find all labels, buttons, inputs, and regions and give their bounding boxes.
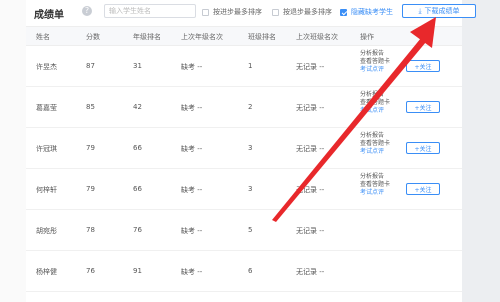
col-name: 姓名 [36,33,50,41]
col-class-rank: 班级排名 [248,33,276,41]
cell-class-rank: 2 [248,103,253,111]
analysis-report-link[interactable]: 分析报告 [360,50,390,58]
answer-sheet-link[interactable]: 查看答题卡 [360,99,390,107]
cell-last-grade: 缺考 -- [181,227,203,235]
download-label: 下载成绩单 [424,7,460,15]
exam-review-link[interactable]: 考试点评 [360,148,390,156]
download-report-button[interactable]: ⤓ 下载成绩单 [402,4,476,18]
analysis-report-link[interactable]: 分析报告 [360,173,390,181]
follow-button[interactable]: +关注 [406,101,440,113]
cell-last-class: 无记录 -- [296,63,325,71]
filter-label: 隐藏缺考学生 [351,8,393,16]
table-row: 何梓轩 79 66 缺考 -- 3 无记录 -- 分析报告 查看答题卡 考试点评… [26,169,462,210]
table-row: 葛嘉莹 85 42 缺考 -- 2 无记录 -- 分析报告 查看答题卡 考试点评… [26,87,462,128]
analysis-report-link[interactable]: 分析报告 [360,91,390,99]
download-icon: ⤓ [418,6,422,15]
cell-last-class: 无记录 -- [296,145,325,153]
cell-last-class: 无记录 -- [296,186,325,194]
follow-button[interactable]: +关注 [406,60,440,72]
cell-grade-rank: 31 [133,62,142,70]
row-actions: 分析报告 查看答题卡 考试点评 [360,50,390,74]
answer-sheet-link[interactable]: 查看答题卡 [360,140,390,148]
cell-grade-rank: 76 [133,226,142,234]
cell-class-rank: 6 [248,267,253,275]
table-row: 胡宛彤 78 76 缺考 -- 5 无记录 -- [26,210,462,251]
cell-last-grade: 缺考 -- [181,104,203,112]
follow-button[interactable]: +关注 [406,142,440,154]
table-header: 姓名 分数 年级排名 上次年级名次 班级排名 上次班级名次 操作 [26,26,462,46]
col-actions: 操作 [360,33,374,41]
checkbox-icon[interactable] [272,8,279,16]
cell-grade-rank: 66 [133,144,142,152]
cell-class-rank: 5 [248,226,253,234]
left-gutter [0,0,26,302]
cell-score: 85 [86,103,95,111]
cell-score: 87 [86,62,95,70]
cell-grade-rank: 42 [133,103,142,111]
exam-review-link[interactable]: 考试点评 [360,189,390,197]
follow-button[interactable]: +关注 [406,183,440,195]
cell-score: 79 [86,185,95,193]
row-actions: 分析报告 查看答题卡 考试点评 [360,173,390,197]
cell-last-grade: 缺考 -- [181,186,203,194]
filter-hide-absent[interactable]: 隐藏缺考学生 [340,7,393,17]
cell-name: 葛嘉莹 [36,104,57,112]
cell-last-grade: 缺考 -- [181,145,203,153]
cell-name: 杨梓健 [36,268,57,276]
table-row: 杨梓健 76 91 缺考 -- 6 无记录 -- [26,251,462,292]
cell-name: 何梓轩 [36,186,57,194]
cell-class-rank: 3 [248,185,253,193]
cell-class-rank: 1 [248,62,253,70]
row-actions: 分析报告 查看答题卡 考试点评 [360,132,390,156]
cell-name: 胡宛彤 [36,227,57,235]
cell-grade-rank: 91 [133,267,142,275]
filter-label: 按进步最多排序 [213,8,262,16]
col-last-grade-rank: 上次年级名次 [181,33,223,41]
cell-last-class: 无记录 -- [296,227,325,235]
checkbox-icon[interactable] [202,8,209,16]
cell-last-class: 无记录 -- [296,104,325,112]
cell-score: 79 [86,144,95,152]
search-input[interactable] [104,4,196,18]
page-title: 成绩单 [34,10,64,21]
cell-class-rank: 3 [248,144,253,152]
filter-label: 按退步最多排序 [283,8,332,16]
cell-score: 76 [86,267,95,275]
col-score: 分数 [86,33,100,41]
analysis-report-link[interactable]: 分析报告 [360,132,390,140]
filter-progress[interactable]: 按进步最多排序 [202,7,262,17]
grade-report-card: 成绩单 ? 按进步最多排序 按退步最多排序 隐藏缺考学生 ⤓ 下载成绩单 姓名 … [26,0,476,302]
cell-grade-rank: 66 [133,185,142,193]
cell-last-class: 无记录 -- [296,268,325,276]
checkbox-checked-icon[interactable] [340,8,347,16]
cell-last-grade: 缺考 -- [181,268,203,276]
cell-name: 许冠琪 [36,145,57,153]
right-gutter [462,0,500,302]
cell-last-grade: 缺考 -- [181,63,203,71]
answer-sheet-link[interactable]: 查看答题卡 [360,58,390,66]
answer-sheet-link[interactable]: 查看答题卡 [360,181,390,189]
exam-review-link[interactable]: 考试点评 [360,107,390,115]
exam-review-link[interactable]: 考试点评 [360,66,390,74]
cell-score: 78 [86,226,95,234]
table-row: 许冠琪 79 66 缺考 -- 3 无记录 -- 分析报告 查看答题卡 考试点评… [26,128,462,169]
table-row: 许昱杰 87 31 缺考 -- 1 无记录 -- 分析报告 查看答题卡 考试点评… [26,46,462,87]
row-actions: 分析报告 查看答题卡 考试点评 [360,91,390,115]
filter-regress[interactable]: 按退步最多排序 [272,7,332,17]
col-last-class-rank: 上次班级名次 [296,33,338,41]
question-icon[interactable]: ? [82,6,92,16]
col-grade-rank: 年级排名 [133,33,161,41]
cell-name: 许昱杰 [36,63,57,71]
